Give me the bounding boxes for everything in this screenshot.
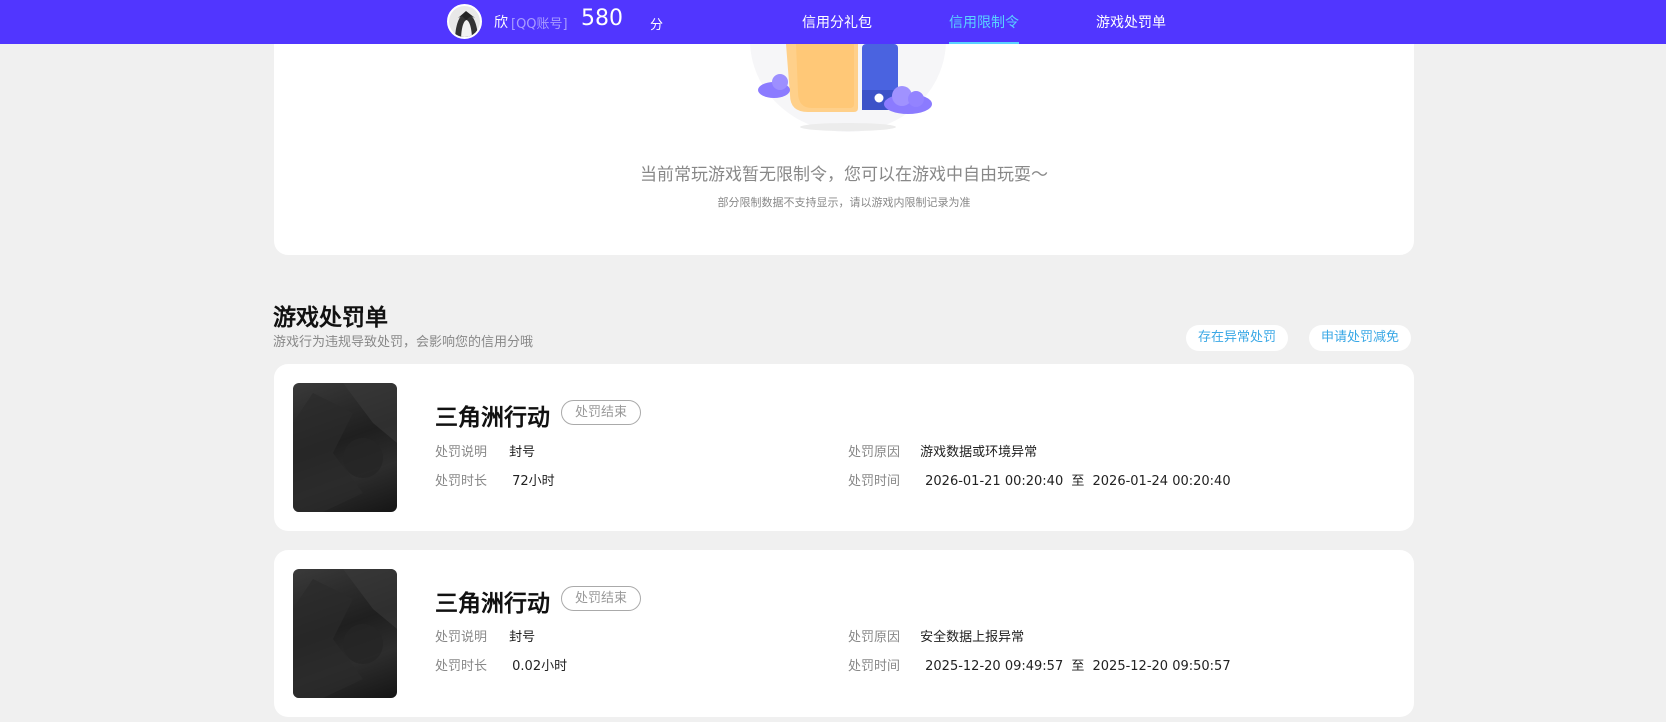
report-abnormal-button[interactable]: 存在异常处罚 [1186,325,1289,351]
game-name: 三角洲行动 [435,405,550,431]
punishment-reason-value: 安全数据上报异常 [920,630,1025,645]
punishment-start-time: 2025-12-20 09:49:57 [925,659,1064,674]
tab-game-punishment[interactable]: 游戏处罚单 [1096,12,1166,32]
credit-score: 580 [581,6,623,31]
avatar-image-icon [449,6,480,37]
punishment-duration-value: 0.02小时 [512,659,568,674]
punishment-desc-row: 处罚说明 封号 [435,626,535,645]
empty-state-subtitle: 部分限制数据不支持显示，请以游戏内限制记录为准 [717,196,971,209]
apply-reduction-button[interactable]: 申请处罚减免 [1309,325,1412,351]
top-nav-bar: 欣 [QQ账号] 580 分 信用分礼包 信用限制令 游戏处罚单 [0,0,1666,44]
status-badge: 处罚结束 [561,586,642,611]
punishment-duration-value: 72小时 [512,474,555,489]
section-title: 游戏处罚单 [273,305,388,331]
punishment-card: 三角洲行动 处罚结束 处罚说明 封号 处罚时长 0.02小时 处罚原因 安全数据… [274,550,1414,717]
punishment-duration-row: 处罚时长 0.02小时 [435,655,567,674]
punishment-reason-row: 处罚原因 安全数据上报异常 [848,626,1024,645]
punishment-time-row: 处罚时间 2026-01-21 00:20:40 至 2026-01-24 00… [848,470,1231,489]
punishment-duration-row: 处罚时长 72小时 [435,470,555,489]
account-type: [QQ账号] [511,17,568,32]
section-subtitle: 游戏行为违规导致处罚，会影响您的信用分哦 [273,335,534,350]
username: 欣 [494,15,508,31]
time-separator: 至 [1071,659,1085,674]
avatar[interactable] [447,4,482,39]
punishment-desc-row: 处罚说明 封号 [435,441,535,460]
punishment-end-time: 2026-01-24 00:20:40 [1092,474,1231,489]
time-separator: 至 [1071,474,1085,489]
punishment-reason-row: 处罚原因 游戏数据或环境异常 [848,441,1037,460]
punishment-time-label: 处罚时间 [848,474,901,489]
punishment-desc-label: 处罚说明 [435,630,488,645]
punishment-card: 三角洲行动 处罚结束 处罚说明 封号 处罚时长 72小时 处罚原因 游戏数据或环… [274,364,1414,531]
status-badge: 处罚结束 [561,400,642,425]
game-cover-icon [293,569,397,698]
tab-credit-restriction[interactable]: 信用限制令 [949,12,1019,44]
game-name: 三角洲行动 [435,591,550,617]
punishment-duration-label: 处罚时长 [435,474,488,489]
credit-score-unit: 分 [650,18,664,33]
punishment-reason-label: 处罚原因 [848,630,901,645]
punishment-reason-label: 处罚原因 [848,445,901,460]
tab-credit-gift[interactable]: 信用分礼包 [802,12,872,32]
game-thumbnail [293,383,397,512]
punishment-desc-value: 封号 [509,630,536,645]
game-thumbnail [293,569,397,698]
punishment-reason-value: 游戏数据或环境异常 [920,445,1038,460]
punishment-start-time: 2026-01-21 00:20:40 [925,474,1064,489]
game-cover-icon [293,383,397,512]
punishment-time-row: 处罚时间 2025-12-20 09:49:57 至 2025-12-20 09… [848,655,1231,674]
punishment-desc-label: 处罚说明 [435,445,488,460]
punishment-end-time: 2025-12-20 09:50:57 [1092,659,1231,674]
punishment-duration-label: 处罚时长 [435,659,488,674]
punishment-desc-value: 封号 [509,445,536,460]
punishment-time-label: 处罚时间 [848,659,901,674]
empty-state-title: 当前常玩游戏暂无限制令，您可以在游戏中自由玩耍～ [640,165,1048,185]
